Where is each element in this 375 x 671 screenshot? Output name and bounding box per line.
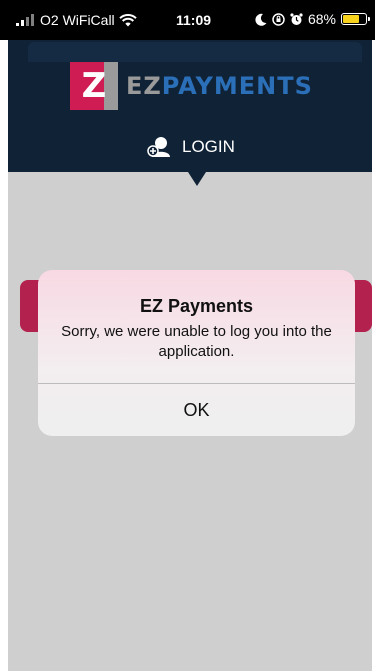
signal-icon (16, 14, 34, 26)
alert-dialog: EZ Payments Sorry, we were unable to log… (38, 270, 355, 436)
header-tab (28, 42, 362, 62)
moon-icon (255, 13, 267, 26)
carrier-label: O2 WiFiCall (40, 12, 115, 28)
logo-wordmark: EZPAYMENTS (126, 72, 313, 100)
left-edge (0, 0, 8, 671)
alert-message: Sorry, we were unable to log you into th… (61, 323, 332, 360)
clock: 11:09 (176, 12, 212, 28)
status-bar: O2 WiFiCall 11:09 68% (0, 0, 375, 40)
logo: Z EZPAYMENTS (70, 62, 313, 110)
logo-mark: Z (70, 62, 118, 110)
status-icons: 68% (255, 11, 370, 27)
carrier-group: O2 WiFiCall (16, 12, 137, 28)
ok-button[interactable]: OK (38, 384, 355, 436)
battery-percent: 68% (307, 11, 336, 27)
battery-icon (341, 13, 370, 25)
app-screen: O2 WiFiCall 11:09 68% Z EZPAYMENTS LOGIN… (0, 0, 375, 671)
alarm-icon (290, 12, 303, 25)
wifi-icon (118, 13, 137, 26)
login-tab[interactable]: LOGIN (146, 136, 235, 158)
orientation-lock-icon (272, 12, 285, 26)
login-label: LOGIN (182, 137, 235, 156)
alert-title: EZ Payments (139, 296, 254, 316)
user-add-icon (147, 137, 170, 157)
